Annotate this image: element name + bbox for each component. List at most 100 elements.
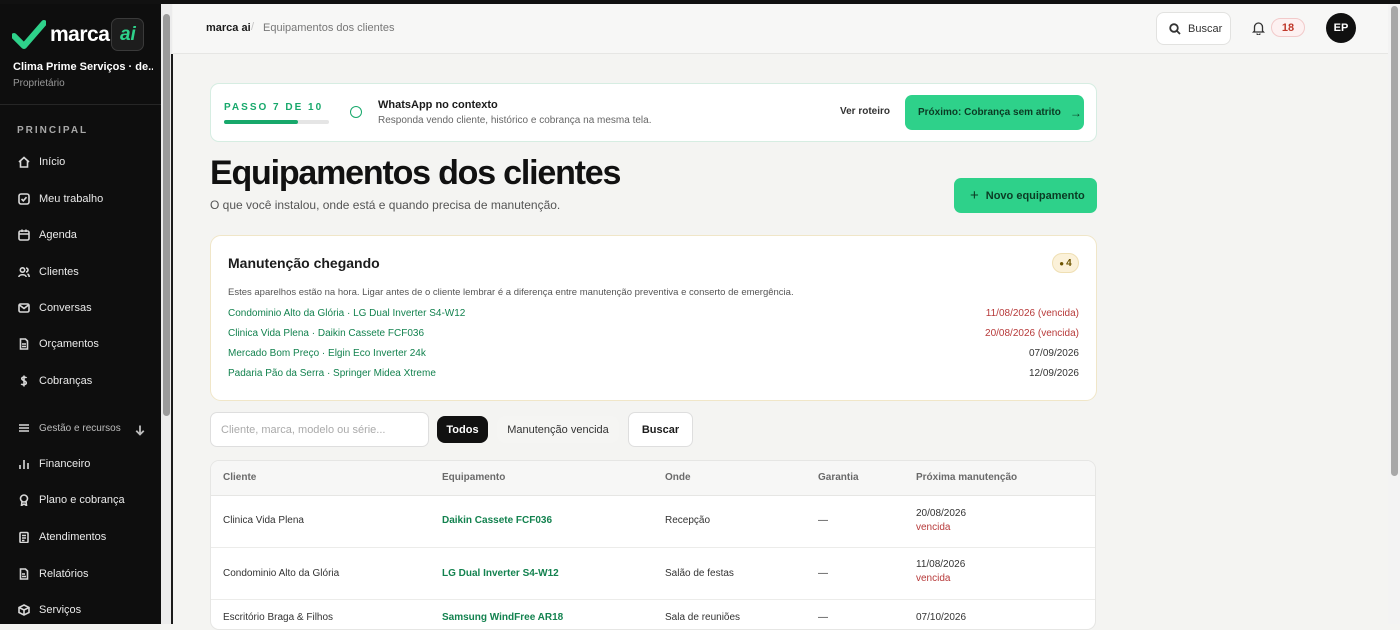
search-icon <box>1169 22 1181 35</box>
equipment-search-input[interactable]: Cliente, marca, modelo ou série... <box>210 412 429 447</box>
maintenance-item[interactable]: Clinica Vida Plena · Daikin Cassete FCF0… <box>228 328 1079 342</box>
maintenance-count: 4 <box>1066 257 1072 269</box>
sidebar-item-clientes[interactable]: Clientes <box>0 257 161 287</box>
dollar-icon <box>20 375 28 387</box>
chevron-down-icon <box>135 425 145 436</box>
sidebar-item-label: Financeiro <box>39 458 91 470</box>
maintenance-title: Manutenção chegando <box>228 255 380 271</box>
sidebar-item-servicos[interactable]: Serviços <box>0 595 161 625</box>
topbar: marca ai / Equipamentos dos clientes Bus… <box>173 4 1388 54</box>
sidebar-item-label: Cobranças <box>39 375 93 387</box>
view-roadmap-link[interactable]: Ver roteiro <box>840 106 890 117</box>
cell-client: Clinica Vida Plena <box>223 515 304 526</box>
sidebar-item-meu-trabalho[interactable]: Meu trabalho <box>0 184 161 214</box>
search-button[interactable]: Buscar <box>628 412 693 447</box>
filter-chip-all[interactable]: Todos <box>437 416 488 443</box>
maintenance-item-name[interactable]: Mercado Bom Preço · Elgin Eco Inverter 2… <box>228 348 426 359</box>
check-logo-icon <box>12 19 46 49</box>
cell-where: Sala de reuniões <box>665 612 741 623</box>
message-icon <box>18 303 30 313</box>
sidebar-item-financeiro[interactable]: Financeiro <box>0 449 161 479</box>
cell-where: Salão de festas <box>665 568 734 579</box>
column-header-client[interactable]: Cliente <box>223 472 256 483</box>
maintenance-item[interactable]: Mercado Bom Preço · Elgin Eco Inverter 2… <box>228 348 1079 362</box>
step-counter: PASSO 7 DE 10 <box>224 102 324 113</box>
logo-text: marca <box>50 22 110 46</box>
sidebar-section-title: PRINCIPAL <box>17 125 89 136</box>
org-name[interactable]: Clima Prime Serviços · de... <box>13 61 153 73</box>
bell-icon[interactable] <box>1252 21 1265 35</box>
sidebar-item-orcamentos[interactable]: Orçamentos <box>0 329 161 359</box>
sidebar-item-agenda[interactable]: Agenda <box>0 220 161 250</box>
step-description: Responda vendo cliente, histórico e cobr… <box>378 115 652 126</box>
users-icon <box>18 266 30 278</box>
sidebar-item-label: Agenda <box>39 229 77 241</box>
cell-equipment[interactable]: Samsung WindFree AR18 <box>442 612 563 623</box>
notification-badge[interactable]: 18 <box>1271 18 1305 37</box>
award-icon <box>19 494 29 506</box>
sidebar-scrollbar[interactable] <box>163 14 170 416</box>
column-header-warranty[interactable]: Garantia <box>818 472 859 483</box>
home-icon <box>18 156 30 168</box>
sidebar-item-plano[interactable]: Plano e cobrança <box>0 485 161 515</box>
column-header-next-maintenance[interactable]: Próxima manutenção <box>916 472 1017 483</box>
overdue-label: vencida <box>916 522 951 533</box>
sidebar-group-gestao[interactable]: Gestão e recursos <box>0 413 161 443</box>
breadcrumb-separator: / <box>251 21 255 33</box>
logo[interactable]: marca ai <box>12 18 145 51</box>
column-header-where[interactable]: Onde <box>665 472 691 483</box>
column-header-equipment[interactable]: Equipamento <box>442 472 505 483</box>
bar-chart-icon <box>19 460 29 469</box>
overdue-label: vencida <box>916 573 951 584</box>
global-search-button[interactable]: Buscar <box>1156 12 1231 45</box>
cell-warranty: — <box>818 515 828 526</box>
sidebar-item-relatorios[interactable]: Relatórios <box>0 559 161 589</box>
cell-equipment[interactable]: LG Dual Inverter S4-W12 <box>442 568 559 579</box>
main-scrollbar[interactable] <box>1391 6 1398 476</box>
sidebar-item-cobrancas[interactable]: Cobranças <box>0 366 161 396</box>
logo-mark: ai <box>111 18 145 51</box>
next-maintenance-date: 07/10/2026 <box>916 612 967 623</box>
next-maintenance-date: 20/08/2026 <box>916 508 967 519</box>
maintenance-item-name[interactable]: Condominio Alto da Glória · LG Dual Inve… <box>228 308 465 319</box>
check-square-icon <box>18 193 30 205</box>
maintenance-item[interactable]: Condominio Alto da Glória · LG Dual Inve… <box>228 308 1079 322</box>
maintenance-item-date: 20/08/2026 (vencida) <box>985 328 1079 339</box>
table-row[interactable]: Condominio Alto da Glória LG Dual Invert… <box>211 548 1095 600</box>
clipboard-icon <box>19 531 29 543</box>
new-equipment-label: Novo equipamento <box>985 189 1085 202</box>
page-subtitle: O que você instalou, onde está e quando … <box>210 198 561 212</box>
global-search-label: Buscar <box>1188 22 1223 35</box>
cell-warranty: — <box>818 568 828 579</box>
notification-count: 18 <box>1281 21 1295 34</box>
document-icon <box>19 338 29 350</box>
sidebar-item-conversas[interactable]: Conversas <box>0 293 161 323</box>
page-title: Equipamentos dos clientes <box>210 154 621 192</box>
step-status-icon <box>350 106 362 118</box>
maintenance-description: Estes aparelhos estão na hora. Ligar ant… <box>228 287 794 298</box>
table-row[interactable]: Escritório Braga & Filhos Samsung WindFr… <box>211 600 1095 629</box>
filter-chip-overdue[interactable]: Manutenção vencida <box>497 416 619 443</box>
new-equipment-button[interactable]: + Novo equipamento <box>954 178 1097 213</box>
breadcrumb-root[interactable]: marca ai <box>206 22 251 34</box>
next-maintenance-date: 11/08/2026 <box>916 559 966 570</box>
plus-icon: + <box>970 187 979 204</box>
sidebar-edge <box>171 54 173 624</box>
arrow-right-icon: → <box>1069 105 1082 120</box>
step-title: WhatsApp no contexto <box>378 99 498 111</box>
sidebar-divider <box>0 104 161 105</box>
cell-warranty: — <box>818 612 828 623</box>
sidebar-item-inicio[interactable]: Início <box>0 147 161 177</box>
sidebar-item-atendimentos[interactable]: Atendimentos <box>0 522 161 552</box>
org-role: Proprietário <box>13 78 65 89</box>
table-row[interactable]: Clinica Vida Plena Daikin Cassete FCF036… <box>211 496 1095 548</box>
maintenance-item-name[interactable]: Clinica Vida Plena · Daikin Cassete FCF0… <box>228 328 424 339</box>
next-step-button[interactable]: Próximo: Cobrança sem atrito → <box>905 95 1084 130</box>
avatar[interactable]: EP <box>1326 13 1356 43</box>
cell-next-maintenance: 20/08/2026 vencida <box>916 508 966 533</box>
maintenance-item[interactable]: Padaria Pão da Serra · Springer Midea Xt… <box>228 368 1079 382</box>
sidebar-item-label: Relatórios <box>39 568 89 580</box>
cell-where: Recepção <box>665 515 711 526</box>
cell-equipment[interactable]: Daikin Cassete FCF036 <box>442 515 552 526</box>
maintenance-item-name[interactable]: Padaria Pão da Serra · Springer Midea Xt… <box>228 368 436 379</box>
